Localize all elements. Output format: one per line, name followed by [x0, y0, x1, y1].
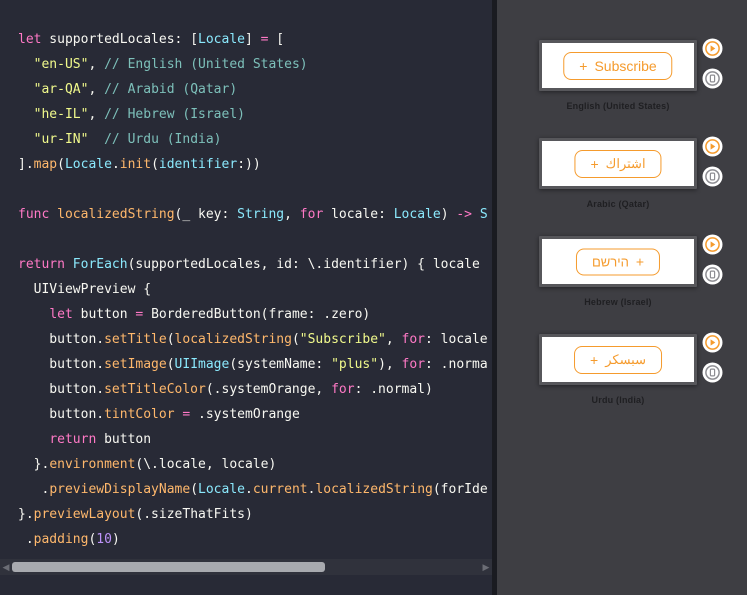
scrollbar-track[interactable]	[12, 559, 480, 575]
horizontal-scrollbar[interactable]: ◀ ▶	[0, 559, 492, 575]
preview-row: + اشتراك Arabic (Qatar)	[497, 136, 747, 236]
code-line: button.setImage(UIImage(systemName: "plu…	[18, 357, 488, 372]
subscribe-button-label: اشتراك	[605, 155, 646, 171]
subscribe-button-preview[interactable]: + اشتراك	[574, 149, 662, 178]
code-line: "ur-IN" // Urdu (India)	[33, 132, 222, 147]
plus-icon: +	[579, 57, 588, 74]
code-line: button.setTitle(localizedString("Subscri…	[18, 332, 488, 347]
plus-icon: +	[590, 351, 599, 368]
scroll-left-arrow-icon[interactable]: ◀	[0, 559, 12, 575]
preview-controls	[702, 332, 723, 383]
preview-card: + اشتراك	[539, 138, 697, 189]
subscribe-button-label: سبسکر	[605, 351, 646, 367]
code-line: let supportedLocales: [Locale] = [	[18, 32, 285, 47]
scroll-right-arrow-icon[interactable]: ▶	[480, 559, 492, 575]
subscribe-button-label: Subscribe	[594, 57, 657, 74]
code-line: return ForEach(supportedLocales, id: \.i…	[18, 257, 480, 272]
code-line: return button	[49, 432, 152, 447]
code-line: }.environment(\.locale, locale)	[18, 457, 277, 472]
subscribe-button-preview[interactable]: הירשם +	[575, 248, 661, 275]
preview-card: הירשם +	[539, 236, 697, 287]
preview-on-device-button[interactable]	[702, 264, 723, 285]
live-preview-play-button[interactable]	[702, 38, 723, 59]
subscribe-button-preview[interactable]: + سبسکر	[574, 345, 662, 374]
preview-row: הירשם + Hebrew (Israel)	[497, 234, 747, 334]
preview-caption: Urdu (India)	[591, 395, 645, 405]
code-line: func localizedString(_ key: String, for …	[18, 207, 488, 222]
live-preview-play-button[interactable]	[702, 332, 723, 353]
code-line: button.tintColor = .systemOrange	[18, 407, 300, 422]
code-panel: let supportedLocales: [Locale] = [ "en-U…	[0, 0, 492, 595]
preview-caption: English (United States)	[566, 101, 670, 111]
preview-caption: Arabic (Qatar)	[586, 199, 650, 209]
preview-controls	[702, 136, 723, 187]
preview-on-device-button[interactable]	[702, 166, 723, 187]
plus-icon: +	[590, 155, 599, 172]
code-line: button.setTitleColor(.systemOrange, for:…	[18, 382, 433, 397]
preview-controls	[702, 38, 723, 89]
preview-row: + Subscribe English (United States)	[497, 38, 747, 138]
live-preview-play-button[interactable]	[702, 136, 723, 157]
preview-card: + سبسکر	[539, 334, 697, 385]
scrollbar-thumb[interactable]	[12, 562, 325, 572]
preview-panel: + Subscribe English (United States) + اشتراك…	[497, 0, 747, 595]
preview-caption: Hebrew (Israel)	[584, 297, 652, 307]
code-line: }.previewLayout(.sizeThatFits)	[18, 507, 253, 522]
preview-on-device-button[interactable]	[702, 362, 723, 383]
preview-card: + Subscribe	[539, 40, 697, 91]
code-line: ].map(Locale.init(identifier:))	[18, 157, 261, 172]
code-line: "ar-QA", // Arabid (Qatar)	[33, 82, 238, 97]
code-line: .previewDisplayName(Locale.current.local…	[18, 482, 488, 497]
code-line: "he-IL", // Hebrew (Israel)	[33, 107, 245, 122]
subscribe-button-preview[interactable]: + Subscribe	[563, 51, 673, 80]
plus-icon: +	[635, 253, 645, 270]
code-line: "en-US", // English (United States)	[33, 57, 308, 72]
code-line: UIViewPreview {	[18, 282, 152, 297]
live-preview-play-button[interactable]	[702, 234, 723, 255]
code-line: .padding(10)	[18, 532, 120, 547]
code-line: let button = BorderedButton(frame: .zero…	[49, 307, 371, 322]
preview-row: + سبسکر Urdu (India)	[497, 332, 747, 432]
preview-on-device-button[interactable]	[702, 68, 723, 89]
code-editor[interactable]: let supportedLocales: [Locale] = [ "en-U…	[18, 27, 492, 552]
subscribe-button-label: הירשם	[591, 254, 629, 269]
preview-controls	[702, 234, 723, 285]
